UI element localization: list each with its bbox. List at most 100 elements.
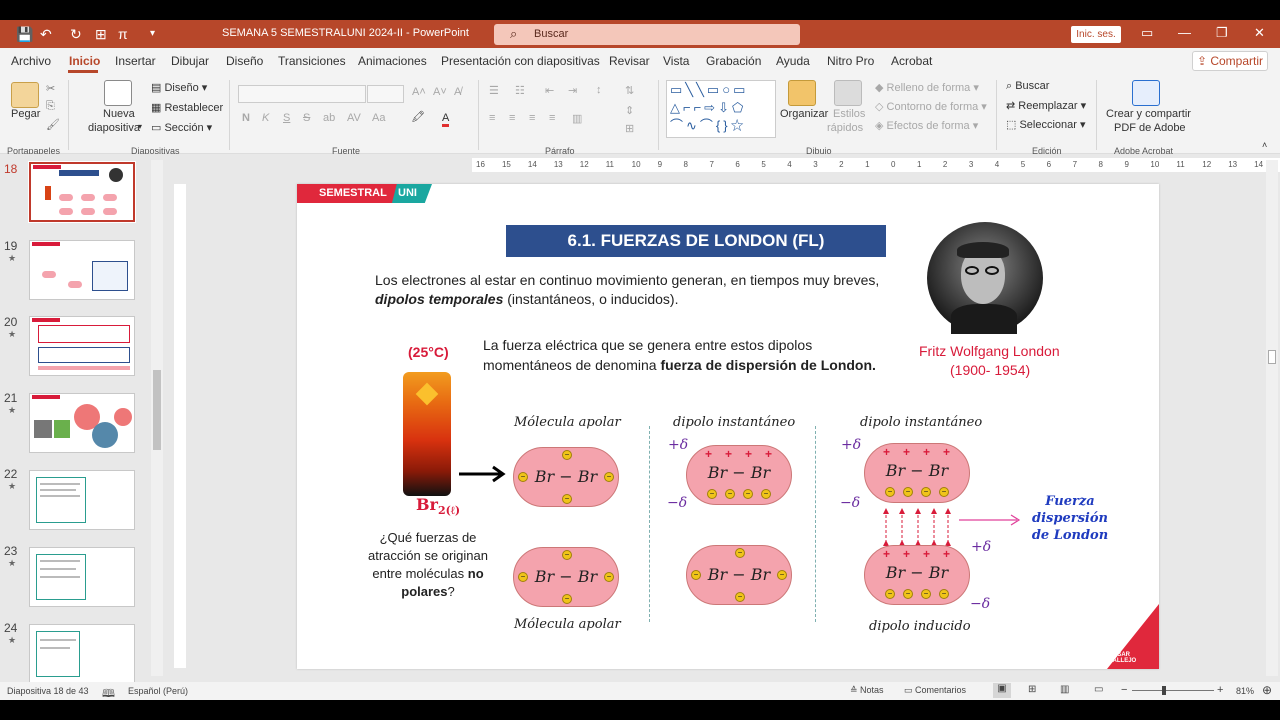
italic-icon[interactable]: K	[262, 112, 269, 124]
tab-insertar[interactable]: Insertar	[115, 54, 156, 68]
bullets-icon[interactable]: ☰	[489, 84, 499, 97]
slide-thumbnail-23[interactable]	[29, 547, 135, 607]
tab-nitro[interactable]: Nitro Pro	[827, 54, 874, 68]
signin-button[interactable]: Inic. ses.	[1071, 26, 1121, 43]
smartart-icon[interactable]: ⊞	[625, 122, 634, 135]
slide-thumbnail-18[interactable]	[28, 161, 136, 223]
thumbnail-scrollbar[interactable]	[151, 160, 163, 676]
redo-icon[interactable]: ↻	[70, 26, 82, 43]
tab-inicio[interactable]: Inicio	[69, 54, 100, 68]
format-painter-icon[interactable]: 🖌	[46, 118, 60, 131]
new-slide-label2[interactable]: diapositiva	[88, 122, 140, 134]
share-button[interactable]: ⇪ Compartir	[1192, 51, 1268, 71]
arrange-button[interactable]: Organizar	[780, 108, 828, 120]
arrange-icon[interactable]	[788, 80, 816, 106]
decrease-indent-icon[interactable]: ⇤	[545, 84, 554, 97]
intro-text[interactable]: Los electrones al estar en continuo movi…	[375, 271, 935, 309]
shape-effects-button[interactable]: ◈ Efectos de forma ▾	[875, 119, 978, 132]
pdf-icon[interactable]	[1132, 80, 1160, 106]
new-slide-dropdown-icon[interactable]: ▾	[138, 122, 142, 131]
case-icon[interactable]: Aa	[372, 112, 385, 124]
zoom-slider-thumb[interactable]	[1162, 686, 1166, 695]
copy-icon[interactable]: ⎘	[46, 100, 55, 113]
close-icon[interactable]: ✕	[1254, 25, 1265, 41]
customize-icon[interactable]: π	[118, 26, 128, 42]
justify-icon[interactable]: ≡	[549, 112, 555, 124]
qat-dropdown-icon[interactable]: ▾	[150, 28, 155, 39]
slide-title[interactable]: 6.1. FUERZAS DE LONDON (FL)	[506, 225, 886, 257]
shape-outline-button[interactable]: ◇ Contorno de forma ▾	[875, 100, 987, 113]
align-right-icon[interactable]: ≡	[529, 112, 535, 124]
notes-button[interactable]: ≙ Notas	[850, 685, 884, 696]
align-left-icon[interactable]: ≡	[489, 112, 495, 124]
presenter-icon[interactable]: ⊞	[95, 26, 107, 43]
clear-format-icon[interactable]: A̸	[454, 86, 461, 98]
save-icon[interactable]: 💾	[16, 26, 33, 43]
tab-archivo[interactable]: Archivo	[11, 54, 51, 68]
strike-icon[interactable]: S	[303, 112, 310, 124]
shapes-gallery[interactable]: ▭╲╲▭○▭ △⌐⌐⇨⇩⬠ ⌒∿⌒{}☆	[666, 80, 776, 138]
new-slide-label[interactable]: Nueva	[103, 108, 135, 120]
scrollbar-thumb[interactable]	[153, 370, 161, 450]
bold-icon[interactable]: N	[242, 112, 250, 124]
new-slide-icon[interactable]	[104, 80, 132, 106]
paste-icon[interactable]	[11, 82, 39, 108]
decrease-font-icon[interactable]: A˅	[433, 86, 447, 98]
find-button[interactable]: ⌕ Buscar	[1006, 80, 1049, 93]
align-text-icon[interactable]: ⇕	[625, 104, 634, 117]
cut-icon[interactable]: ✂	[46, 82, 55, 95]
zoom-out-icon[interactable]: −	[1121, 684, 1127, 696]
layout-button[interactable]: ▤ Diseño ▾	[151, 81, 207, 94]
font-name-select[interactable]	[238, 85, 366, 103]
line-spacing-icon[interactable]: ↕	[596, 84, 602, 96]
slideshow-icon[interactable]: ▭	[1094, 684, 1103, 695]
numbering-icon[interactable]: ☷	[515, 84, 525, 97]
tab-revisar[interactable]: Revisar	[609, 54, 650, 68]
tab-grabacion[interactable]: Grabación	[706, 54, 761, 68]
increase-indent-icon[interactable]: ⇥	[568, 84, 577, 97]
collapse-ribbon-icon[interactable]: ˄	[1262, 140, 1267, 150]
increase-font-icon[interactable]: A˄	[412, 86, 426, 98]
underline-icon[interactable]: S	[283, 112, 290, 124]
select-button[interactable]: ⬚ Seleccionar ▾	[1006, 118, 1086, 131]
quick-styles-label2[interactable]: rápidos	[827, 122, 863, 134]
section-button[interactable]: ▭ Sección ▾	[151, 121, 212, 134]
tab-animaciones[interactable]: Animaciones	[358, 54, 427, 68]
text-direction-icon[interactable]: ⇅	[625, 84, 634, 97]
font-color-icon[interactable]: A	[442, 112, 450, 127]
reading-view-icon[interactable]: ▥	[1060, 684, 1069, 695]
search-input[interactable]: ⌕ Buscar	[494, 24, 800, 45]
quick-styles-label[interactable]: Estilos	[833, 108, 865, 120]
align-center-icon[interactable]: ≡	[509, 112, 515, 124]
normal-view-icon[interactable]: ▣	[993, 683, 1011, 698]
tab-dibujar[interactable]: Dibujar	[171, 54, 209, 68]
shadow-icon[interactable]: ab	[323, 112, 335, 124]
spacing-icon[interactable]: AV	[347, 112, 361, 124]
fit-window-icon[interactable]: ⊕	[1262, 683, 1272, 697]
editor-scrollbar[interactable]	[1266, 160, 1278, 676]
restore-icon[interactable]: ❐	[1216, 25, 1228, 41]
reset-button[interactable]: ▦ Restablecer	[151, 101, 223, 114]
slide-thumbnail-21[interactable]	[29, 393, 135, 453]
comments-button[interactable]: ▭ Comentarios	[904, 685, 966, 696]
force-text[interactable]: La fuerza eléctrica que se genera entre …	[483, 335, 876, 375]
tab-presentacion[interactable]: Presentación con diapositivas	[441, 54, 600, 68]
ribbon-display-icon[interactable]: ▭	[1141, 25, 1153, 41]
slide-thumbnail-24[interactable]	[29, 624, 135, 684]
slide-thumbnail-19[interactable]	[29, 240, 135, 300]
zoom-level[interactable]: 81%	[1236, 686, 1254, 696]
paste-button[interactable]: Pegar	[11, 108, 40, 120]
tab-ayuda[interactable]: Ayuda	[776, 54, 810, 68]
slide-sorter-icon[interactable]: ⊞	[1028, 684, 1036, 695]
question-text[interactable]: ¿Qué fuerzas de atracción se originan en…	[353, 529, 503, 601]
zoom-slider[interactable]	[1132, 690, 1214, 691]
font-size-select[interactable]	[367, 85, 404, 103]
tab-vista[interactable]: Vista	[663, 54, 689, 68]
replace-button[interactable]: ⇄ Reemplazar ▾	[1006, 99, 1086, 112]
quick-styles-icon[interactable]	[834, 80, 862, 106]
language-indicator[interactable]: Español (Perú)	[128, 686, 188, 696]
minimize-icon[interactable]: —	[1178, 25, 1191, 40]
columns-icon[interactable]: ▥	[572, 112, 582, 125]
zoom-in-icon[interactable]: +	[1217, 684, 1223, 696]
create-pdf-label2[interactable]: PDF de Adobe	[1114, 122, 1186, 134]
